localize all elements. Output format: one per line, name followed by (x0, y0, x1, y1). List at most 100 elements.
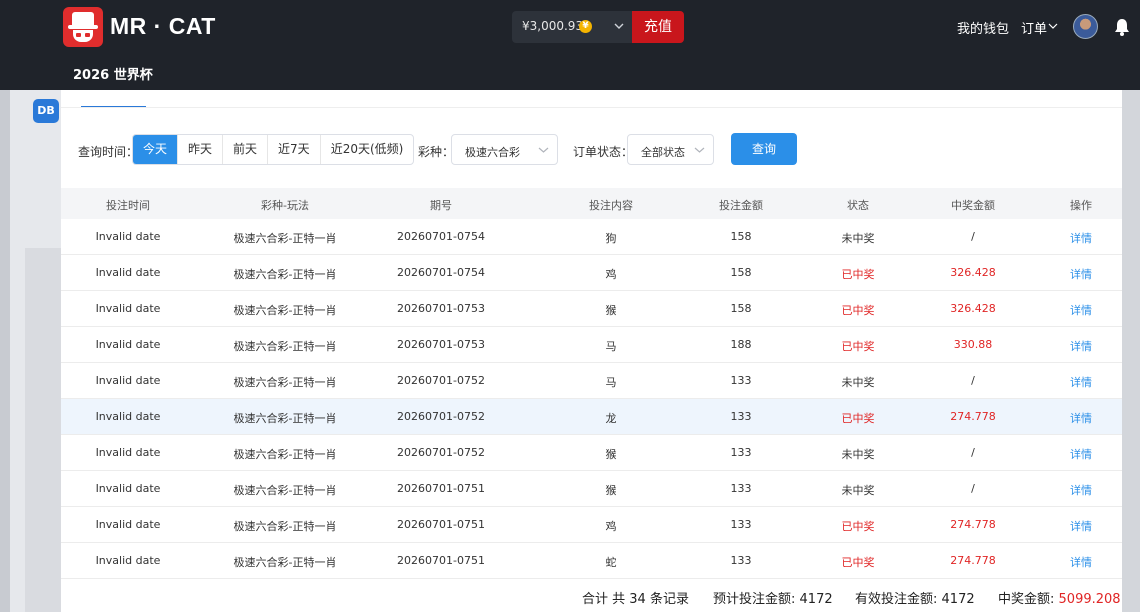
time-option-yesterday[interactable]: 昨天 (178, 135, 224, 164)
col-status-cell: 已中奖 (841, 412, 875, 425)
active-tab-indicator (81, 106, 146, 107)
summary-total: 合计 共 34 条记录 (582, 592, 689, 607)
lottery-select[interactable]: 极速六合彩 (451, 134, 558, 165)
details-link[interactable]: 详情 (1021, 410, 1140, 426)
details-link[interactable]: 详情 (1021, 482, 1140, 498)
chevron-down-icon (694, 147, 705, 153)
valid-value: 4172 (941, 592, 975, 607)
chevron-down-icon (538, 147, 549, 153)
col-bet-time-cell: Invalid date (95, 230, 161, 243)
background-panel (25, 248, 65, 612)
col-amount-cell: 158 (730, 230, 752, 243)
coin-icon: ¥ (579, 20, 592, 33)
summary-valid: 有效投注金额: 4172 (855, 588, 975, 607)
col-content-cell: 马 (605, 376, 617, 389)
details-link[interactable]: 详情 (1021, 374, 1140, 390)
logo-icon[interactable] (63, 7, 103, 47)
col-win-amount-cell: 274.778 (950, 518, 996, 531)
time-option-today[interactable]: 今天 (133, 135, 179, 164)
col-content-cell: 鸡 (605, 520, 617, 533)
valid-label: 有效投注金额: (855, 592, 938, 607)
col-status-cell: 已中奖 (841, 268, 875, 281)
col-lottery-play-cell: 极速六合彩-正特一肖 (233, 520, 337, 533)
col-bet-time-cell: Invalid date (95, 554, 161, 567)
brand-name[interactable]: MR · CAT (110, 13, 216, 40)
avatar[interactable] (1073, 14, 1098, 39)
top-navbar: MR · CAT 2026 世界杯 ¥3,000.93 ¥ 充值 我的钱包 订单 (0, 0, 1140, 90)
col-win-amount-cell: 326.428 (950, 302, 996, 315)
table-header: 投注时间 彩种-玩法 期号 投注内容 投注金额 状态 中奖金额 操作 (61, 188, 1122, 219)
table-row: Invalid date 极速六合彩-正特一肖 20260701-0752 马 133 未… (61, 363, 1122, 399)
details-link[interactable]: 详情 (1021, 446, 1140, 462)
details-link[interactable]: 详情 (1021, 518, 1140, 534)
balance-dropdown[interactable]: ¥3,000.93 ¥ (512, 11, 632, 43)
time-option-day-before[interactable]: 前天 (223, 135, 269, 164)
col-bet-time-cell: Invalid date (95, 446, 161, 459)
col-status-cell: 已中奖 (841, 304, 875, 317)
col-lottery-play-cell: 极速六合彩-正特一肖 (233, 340, 337, 353)
modal-tabs (61, 90, 1122, 108)
status-select[interactable]: 全部状态 (627, 134, 714, 165)
time-option-20days[interactable]: 近20天(低频) (321, 135, 414, 164)
col-amount-cell: 133 (730, 518, 752, 531)
col-issue-cell: 20260701-0752 (397, 446, 485, 459)
col-status-cell: 未中奖 (841, 232, 875, 245)
col-issue-cell: 20260701-0754 (397, 230, 485, 243)
col-issue-header: 期号 (430, 199, 452, 212)
col-amount-cell: 133 (730, 410, 752, 423)
col-win-amount-header: 中奖金额 (951, 199, 995, 212)
table-row: Invalid date 极速六合彩-正特一肖 20260701-0751 鸡 133 已… (61, 507, 1122, 543)
col-lottery-play-cell: 极速六合彩-正特一肖 (233, 412, 337, 425)
table-row: Invalid date 极速六合彩-正特一肖 20260701-0753 猴 158 已… (61, 291, 1122, 327)
col-status-cell: 已中奖 (841, 556, 875, 569)
recharge-button[interactable]: 充值 (632, 11, 684, 43)
details-link[interactable]: 详情 (1021, 554, 1140, 570)
time-option-7days[interactable]: 近7天 (268, 135, 321, 164)
table-row: Invalid date 极速六合彩-正特一肖 20260701-0753 马 188 已… (61, 327, 1122, 363)
col-amount-cell: 158 (730, 302, 752, 315)
col-bet-time-cell: Invalid date (95, 410, 161, 423)
details-link[interactable]: 详情 (1021, 338, 1140, 354)
col-issue-cell: 20260701-0753 (397, 302, 485, 315)
col-win-amount-cell: 274.778 (950, 410, 996, 423)
col-status-cell: 未中奖 (841, 484, 875, 497)
time-label: 查询时间： (78, 145, 139, 159)
col-amount-cell: 188 (730, 338, 752, 351)
col-lottery-play-cell: 极速六合彩-正特一肖 (233, 232, 337, 245)
orders-chevron-icon (1048, 23, 1058, 29)
summary-expected: 预计投注金额: 4172 (713, 588, 833, 607)
details-link[interactable]: 详情 (1021, 266, 1140, 282)
col-amount-header: 投注金额 (719, 199, 763, 212)
bell-icon[interactable] (1114, 18, 1130, 36)
details-link[interactable]: 详情 (1021, 302, 1140, 318)
table-row: Invalid date 极速六合彩-正特一肖 20260701-0754 狗 158 未… (61, 219, 1122, 255)
col-win-amount-cell: 274.778 (950, 554, 996, 567)
col-amount-cell: 133 (730, 554, 752, 567)
col-bet-time-cell: Invalid date (95, 302, 161, 315)
col-bet-time-header: 投注时间 (106, 199, 150, 212)
lottery-label: 彩种： (418, 145, 455, 159)
table-row: Invalid date 极速六合彩-正特一肖 20260701-0752 猴 133 未… (61, 435, 1122, 471)
col-issue-cell: 20260701-0753 (397, 338, 485, 351)
expected-value: 4172 (799, 592, 833, 607)
col-content-cell: 马 (605, 340, 617, 353)
details-link[interactable]: 详情 (1021, 230, 1140, 246)
my-wallet-link[interactable]: 我的钱包 (957, 18, 1009, 37)
col-content-header: 投注内容 (589, 199, 633, 212)
query-button[interactable]: 查询 (731, 133, 797, 165)
bet-records-modal: 查询时间： 今天 昨天 前天 近7天 近20天(低频) 彩种： 极速六合彩 订单… (61, 90, 1122, 612)
col-issue-cell: 20260701-0751 (397, 554, 485, 567)
table-row: Invalid date 极速六合彩-正特一肖 20260701-0754 鸡 158 已… (61, 255, 1122, 291)
table-row: Invalid date 极速六合彩-正特一肖 20260701-0752 龙 133 已… (61, 399, 1122, 435)
col-win-amount-cell: 330.88 (953, 338, 993, 351)
col-lottery-play-cell: 极速六合彩-正特一肖 (233, 376, 337, 389)
col-content-cell: 蛇 (605, 556, 617, 569)
time-range-group: 今天 昨天 前天 近7天 近20天(低频) (132, 134, 415, 165)
col-content-cell: 猴 (605, 448, 617, 461)
col-status-header: 状态 (847, 199, 869, 212)
col-issue-cell: 20260701-0752 (397, 374, 485, 387)
orders-menu[interactable]: 订单 (1021, 18, 1047, 37)
col-lottery-play-cell: 极速六合彩-正特一肖 (233, 268, 337, 281)
nav-world-cup-link[interactable]: 2026 世界杯 (73, 64, 153, 83)
col-bet-time-cell: Invalid date (95, 518, 161, 531)
